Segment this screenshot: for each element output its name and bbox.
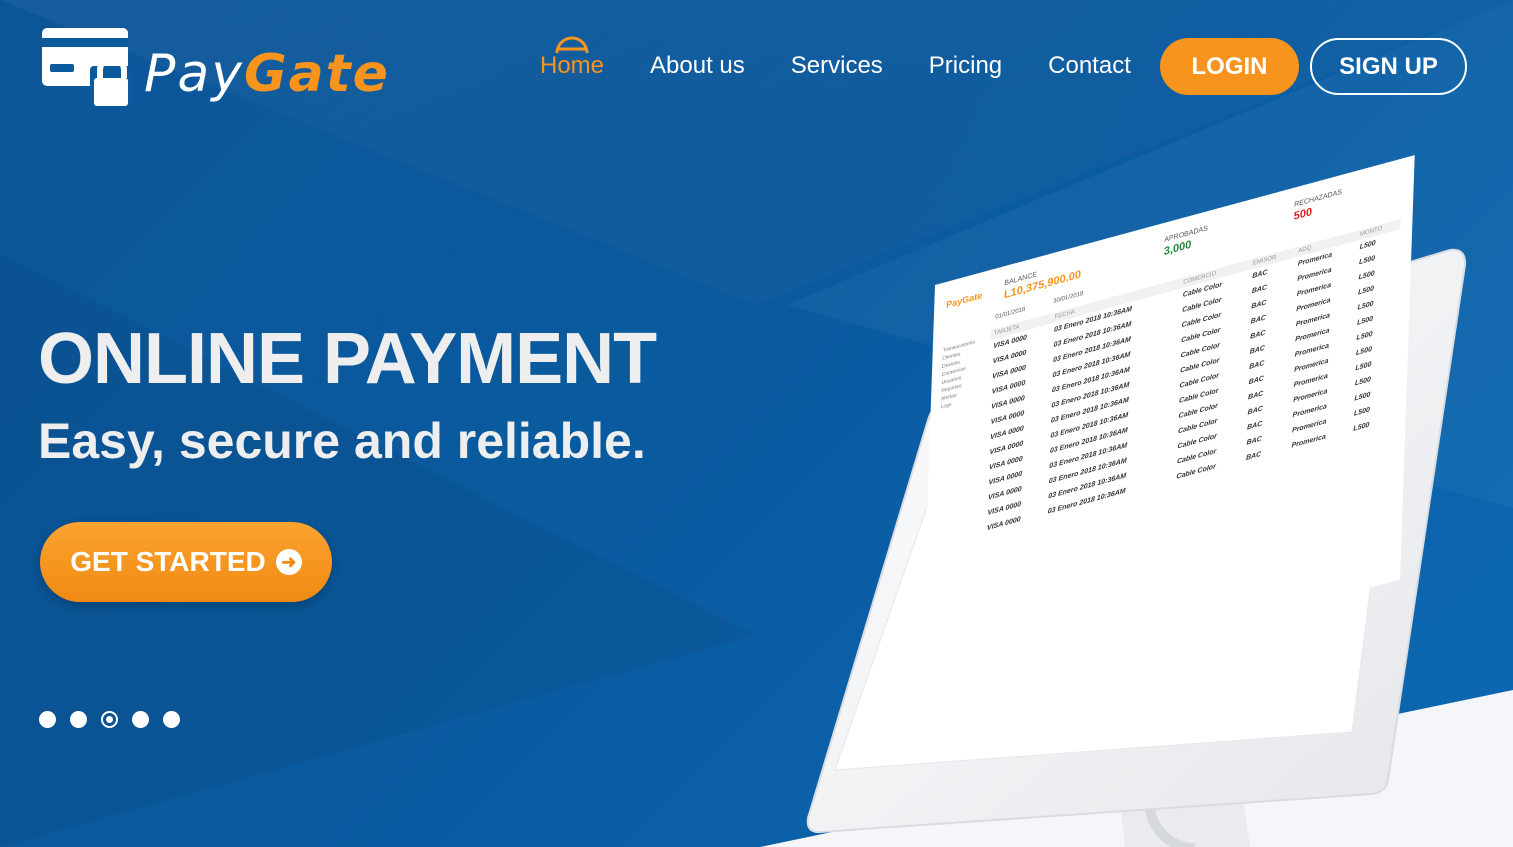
nav-about-us[interactable]: About us	[650, 52, 745, 80]
carousel-dot[interactable]	[39, 711, 56, 728]
signup-button[interactable]: SIGN UP	[1310, 38, 1467, 95]
login-button[interactable]: LOGIN	[1160, 38, 1299, 95]
logo-wordmark: PayGate	[144, 48, 390, 100]
carousel-dot[interactable]	[132, 711, 149, 728]
logo-gate-text: Gate	[244, 44, 390, 104]
hero-title: ONLINE PAYMENT	[38, 319, 657, 399]
get-started-label: GET STARTED	[70, 546, 266, 577]
nav-home[interactable]: Home	[540, 36, 605, 80]
logo-pay-text: Pay	[144, 44, 244, 104]
carousel-indicators	[39, 711, 180, 728]
main-nav: Home About us Services Pricing Contact	[540, 36, 1177, 80]
credit-card-lock-icon	[42, 28, 132, 106]
carousel-dot[interactable]	[163, 711, 180, 728]
carousel-dot[interactable]	[70, 711, 87, 728]
active-indicator-icon	[555, 36, 589, 54]
arrow-circle-right-icon: ➜	[275, 549, 302, 575]
carousel-dot-active[interactable]	[101, 711, 118, 728]
site-logo[interactable]: PayGate	[40, 26, 390, 108]
nav-services[interactable]: Services	[791, 52, 883, 80]
nav-home-label: Home	[540, 52, 605, 79]
get-started-button[interactable]: GET STARTED ➜	[40, 522, 332, 602]
nav-pricing[interactable]: Pricing	[929, 52, 1002, 80]
hero-subtitle: Easy, secure and reliable.	[38, 413, 646, 469]
nav-contact[interactable]: Contact	[1048, 52, 1131, 80]
